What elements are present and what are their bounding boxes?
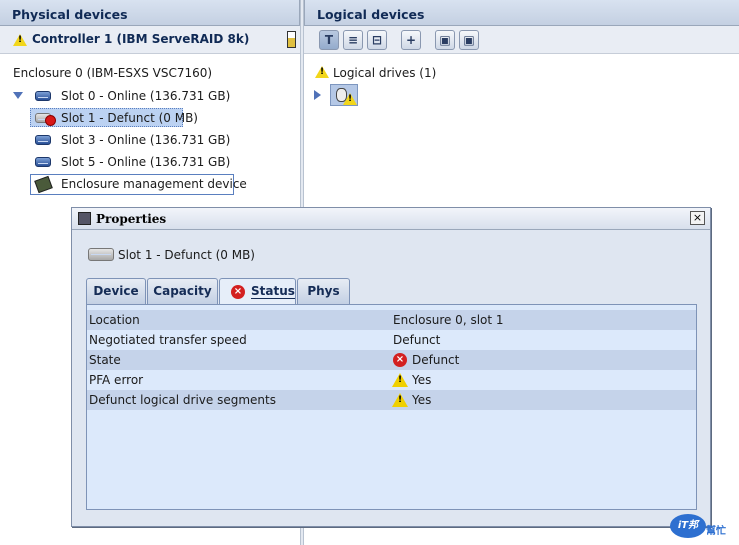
dialog-device-label: Slot 1 - Defunct (0 MB) (118, 248, 255, 262)
physical-devices-title: Physical devices (12, 7, 128, 22)
logical-devices-header: Logical devices (304, 0, 739, 26)
properties-dialog: Properties × Slot 1 - Defunct (0 MB) Dev… (71, 207, 711, 527)
dialog-titlebar[interactable]: Properties × (72, 208, 710, 230)
dialog-app-icon (78, 212, 91, 225)
close-button[interactable]: × (690, 211, 705, 225)
controller-bar: Controller 1 (IBM ServeRAID 8k) (0, 26, 300, 54)
dialog-title: Properties (96, 212, 167, 226)
logical-drives-label[interactable]: Logical drives (1) (333, 66, 436, 80)
tab-status[interactable]: × Status (219, 278, 296, 305)
watermark-bubble: iT邦 (670, 514, 706, 538)
tab-phys[interactable]: Phys (297, 278, 350, 304)
controller-warning-icon (13, 34, 27, 46)
tab-device[interactable]: Device (86, 278, 146, 304)
toolbar-copy2-button[interactable]: ▣ (459, 30, 479, 50)
status-table: Location Enclosure 0, slot 1 Negotiated … (86, 304, 697, 510)
watermark-logo: iT邦 幫忙 (668, 506, 734, 540)
prop-value: Defunct (412, 353, 460, 367)
table-row: Defunct logical drive segments ! Yes (87, 390, 696, 410)
prop-value: Yes (412, 373, 432, 387)
prop-label: Location (89, 313, 140, 327)
toolbar-copy-button[interactable]: ▣ (435, 30, 455, 50)
table-row: PFA error ! Yes (87, 370, 696, 390)
watermark-sub: 幫忙 (706, 526, 726, 537)
warning-icon: ! (392, 393, 408, 407)
prop-value: Yes (412, 393, 432, 407)
prop-value: Defunct (393, 333, 441, 347)
error-icon (45, 115, 56, 126)
prop-value: Enclosure 0, slot 1 (393, 313, 504, 327)
tree-enclosure[interactable]: Enclosure 0 (IBM-ESXS VSC7160) (13, 66, 212, 80)
disk-online-icon (35, 157, 51, 167)
tree-slot-0[interactable]: Slot 0 - Online (136.731 GB) (61, 89, 230, 103)
toolbar-detail-view-button[interactable]: ⊟ (367, 30, 387, 50)
logical-drive-warning-icon (343, 93, 357, 105)
tree-management-device[interactable]: Enclosure management device (61, 177, 247, 191)
tree-slot-1[interactable]: Slot 1 - Defunct (0 MB) (61, 111, 198, 125)
physical-devices-header: Physical devices (0, 0, 300, 26)
prop-label: State (89, 353, 121, 367)
logical-devices-title: Logical devices (317, 7, 425, 22)
logical-drive-icon[interactable] (330, 84, 358, 106)
tree-slot-3[interactable]: Slot 3 - Online (136.731 GB) (61, 133, 230, 147)
table-row: Location Enclosure 0, slot 1 (87, 310, 696, 330)
disk-online-icon (35, 91, 51, 101)
logical-warning-icon (315, 66, 329, 78)
disk-online-icon (35, 135, 51, 145)
toolbar-text-view-button[interactable]: T (319, 30, 339, 50)
collapse-icon[interactable] (13, 92, 23, 99)
error-icon: × (393, 353, 407, 367)
prop-label: PFA error (89, 373, 144, 387)
prop-label: Defunct logical drive segments (89, 393, 276, 407)
table-row: State × Defunct (87, 350, 696, 370)
tree-slot-5[interactable]: Slot 5 - Online (136.731 GB) (61, 155, 230, 169)
warning-icon: ! (392, 373, 408, 387)
tab-status-label: Status (251, 284, 295, 299)
prop-label: Negotiated transfer speed (89, 333, 247, 347)
battery-icon[interactable] (287, 31, 296, 48)
toolbar-list-view-button[interactable]: ≡ (343, 30, 363, 50)
dialog-disk-icon (88, 248, 114, 261)
toolbar-add-button[interactable]: + (401, 30, 421, 50)
table-row: Negotiated transfer speed Defunct (87, 330, 696, 350)
status-error-icon: × (231, 285, 245, 299)
expand-icon[interactable] (314, 90, 321, 100)
tab-capacity[interactable]: Capacity (147, 278, 218, 304)
logical-toolbar: T ≡ ⊟ + ▣ ▣ (304, 26, 739, 54)
controller-label[interactable]: Controller 1 (IBM ServeRAID 8k) (32, 32, 249, 46)
